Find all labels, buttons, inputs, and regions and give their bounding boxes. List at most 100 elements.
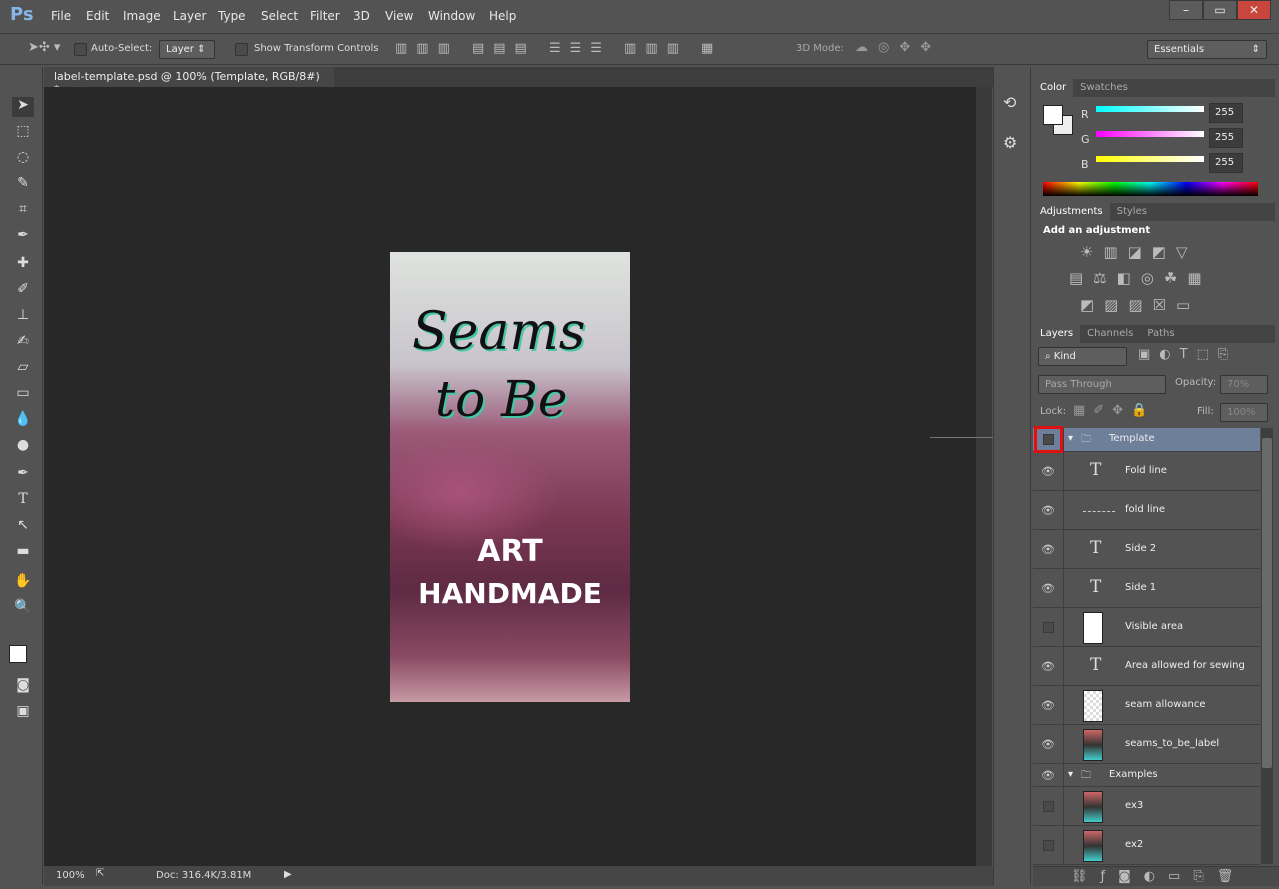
- eye-icon[interactable]: 👁: [1033, 569, 1064, 607]
- layer-row[interactable]: ex3: [1033, 787, 1260, 826]
- close-button[interactable]: ✕: [1237, 0, 1271, 20]
- crop-tool-icon[interactable]: ⌗: [12, 201, 34, 221]
- auto-select-dropdown[interactable]: Layer ⇕: [159, 40, 215, 59]
- canvas-scrollbar[interactable]: [976, 87, 992, 866]
- quick-mask-icon[interactable]: ◙: [12, 677, 34, 697]
- foreground-swatch[interactable]: [1043, 105, 1063, 125]
- layer-row[interactable]: 👁 ▾ 🗀 Examples: [1033, 764, 1260, 787]
- layer-row[interactable]: 👁 T Area allowed for sewing: [1033, 647, 1260, 686]
- stamp-tool-icon[interactable]: ⊥: [12, 307, 34, 327]
- layer-row[interactable]: Visible area: [1033, 608, 1260, 647]
- r-value[interactable]: 255: [1209, 103, 1243, 123]
- visibility-toggle[interactable]: [1033, 826, 1064, 864]
- export-icon[interactable]: ⇱: [96, 868, 104, 879]
- tab-adjustments[interactable]: Adjustments: [1033, 203, 1110, 221]
- menu-type[interactable]: Type: [218, 9, 246, 23]
- fill-field[interactable]: 100%: [1220, 403, 1268, 422]
- lasso-tool-icon[interactable]: ◌: [12, 149, 34, 169]
- menu-view[interactable]: View: [385, 9, 413, 23]
- auto-select-checkbox[interactable]: [74, 43, 87, 56]
- hand-tool-icon[interactable]: ✋: [12, 573, 34, 593]
- pen-tool-icon[interactable]: ✒: [12, 465, 34, 485]
- menu-file[interactable]: File: [51, 9, 71, 23]
- dodge-tool-icon[interactable]: ●: [12, 437, 34, 457]
- eye-icon[interactable]: 👁: [1033, 764, 1064, 786]
- eye-icon[interactable]: 👁: [1033, 452, 1064, 490]
- menu-image[interactable]: Image: [123, 9, 161, 23]
- eye-icon[interactable]: 👁: [1033, 647, 1064, 685]
- menu-help[interactable]: Help: [489, 9, 516, 23]
- rectangle-tool-icon[interactable]: ▬: [12, 543, 34, 563]
- layer-row[interactable]: 👁 seam allowance: [1033, 686, 1260, 725]
- opacity-field[interactable]: 70%: [1220, 375, 1268, 394]
- expand-arrow-icon[interactable]: ▾: [1068, 433, 1073, 444]
- layer-filter-dropdown[interactable]: ⌕ Kind: [1038, 347, 1127, 366]
- history-panel-icon[interactable]: ⟲: [1003, 93, 1016, 112]
- r-slider[interactable]: [1096, 106, 1204, 112]
- layer-row[interactable]: ex2: [1033, 826, 1260, 865]
- menu-select[interactable]: Select: [261, 9, 298, 23]
- b-slider[interactable]: [1096, 156, 1204, 162]
- move-tool-icon[interactable]: ➤: [12, 97, 34, 117]
- zoom-level[interactable]: 100%: [56, 870, 85, 881]
- layer-row[interactable]: 👁 T Side 1: [1033, 569, 1260, 608]
- g-slider[interactable]: [1096, 131, 1204, 137]
- menu-3d[interactable]: 3D: [353, 9, 370, 23]
- menu-filter[interactable]: Filter: [310, 9, 340, 23]
- tab-layers[interactable]: Layers: [1033, 325, 1081, 343]
- path-select-tool-icon[interactable]: ↖: [12, 517, 34, 537]
- move-tool-icon[interactable]: ➤✣ ▾: [28, 40, 60, 55]
- screen-mode-icon[interactable]: ▣: [12, 703, 34, 723]
- workspace-dropdown[interactable]: Essentials ⇕: [1147, 40, 1267, 59]
- adjustment-icons-row2[interactable]: ▤⚖◧◎☘▦: [1069, 269, 1212, 287]
- status-menu-arrow-icon[interactable]: ▶: [284, 869, 292, 880]
- menu-window[interactable]: Window: [428, 9, 475, 23]
- quick-select-tool-icon[interactable]: ✎: [12, 175, 34, 195]
- type-tool-icon[interactable]: T: [12, 491, 34, 511]
- eye-icon[interactable]: 👁: [1033, 686, 1064, 724]
- tab-swatches[interactable]: Swatches: [1073, 79, 1135, 97]
- layer-filter-icons[interactable]: ▣◐T⬚⎘: [1138, 347, 1237, 362]
- blur-tool-icon[interactable]: 💧: [12, 411, 34, 431]
- tab-styles[interactable]: Styles: [1110, 203, 1154, 221]
- adjustment-icons-row1[interactable]: ☀▥◪◩▽: [1080, 243, 1198, 261]
- tab-color[interactable]: Color: [1033, 79, 1074, 97]
- document-tab[interactable]: label-template.psd @ 100% (Template, RGB…: [44, 67, 334, 96]
- maximize-button[interactable]: ▭: [1203, 0, 1237, 20]
- layers-scrollbar[interactable]: [1261, 428, 1273, 864]
- tab-paths[interactable]: Paths: [1140, 325, 1181, 343]
- document-canvas[interactable]: Seams to Be ART HANDMADE: [390, 252, 630, 702]
- expand-arrow-icon[interactable]: ▾: [1068, 769, 1073, 780]
- healing-tool-icon[interactable]: ✚: [12, 255, 34, 275]
- eye-icon[interactable]: 👁: [1033, 725, 1064, 763]
- eyedropper-tool-icon[interactable]: ✒: [12, 227, 34, 247]
- menu-layer[interactable]: Layer: [173, 9, 206, 23]
- lock-icons[interactable]: ▦✐✥🔒: [1073, 403, 1155, 418]
- foreground-color-swatch[interactable]: [9, 645, 27, 663]
- b-value[interactable]: 255: [1209, 153, 1243, 173]
- align-icons[interactable]: ▥▥▥ ▤▤▤ ☰☰☰ ▥▥▥ ▦: [395, 41, 722, 56]
- eye-icon[interactable]: 👁: [1033, 530, 1064, 568]
- menu-edit[interactable]: Edit: [86, 9, 109, 23]
- layer-action-icons[interactable]: ⛓ƒ◙◐▭⎘🗑: [1071, 869, 1246, 884]
- zoom-tool-icon[interactable]: 🔍: [12, 599, 34, 619]
- gradient-tool-icon[interactable]: ▭: [12, 385, 34, 405]
- layer-row[interactable]: 👁 seams_to_be_label: [1033, 725, 1260, 764]
- layer-row[interactable]: 👁 T Fold line: [1033, 452, 1260, 491]
- layer-row[interactable]: ▾ 🗀 Template: [1033, 428, 1260, 452]
- properties-panel-icon[interactable]: ⚙: [1003, 133, 1017, 152]
- eye-icon[interactable]: 👁: [1033, 491, 1064, 529]
- adjustment-icons-row3[interactable]: ◩▨▨☒▭: [1080, 296, 1200, 314]
- show-transform-checkbox[interactable]: [235, 43, 248, 56]
- color-spectrum[interactable]: [1043, 182, 1258, 196]
- layer-row[interactable]: 👁 T Side 2: [1033, 530, 1260, 569]
- eraser-tool-icon[interactable]: ▱: [12, 359, 34, 379]
- visibility-toggle[interactable]: [1033, 787, 1064, 825]
- tab-channels[interactable]: Channels: [1080, 325, 1140, 343]
- minimize-button[interactable]: –: [1169, 0, 1203, 20]
- layer-row[interactable]: 👁 fold line: [1033, 491, 1260, 530]
- history-brush-tool-icon[interactable]: ✍: [12, 333, 34, 353]
- blend-mode-dropdown[interactable]: Pass Through: [1038, 375, 1166, 394]
- brush-tool-icon[interactable]: ✐: [12, 281, 34, 301]
- g-value[interactable]: 255: [1209, 128, 1243, 148]
